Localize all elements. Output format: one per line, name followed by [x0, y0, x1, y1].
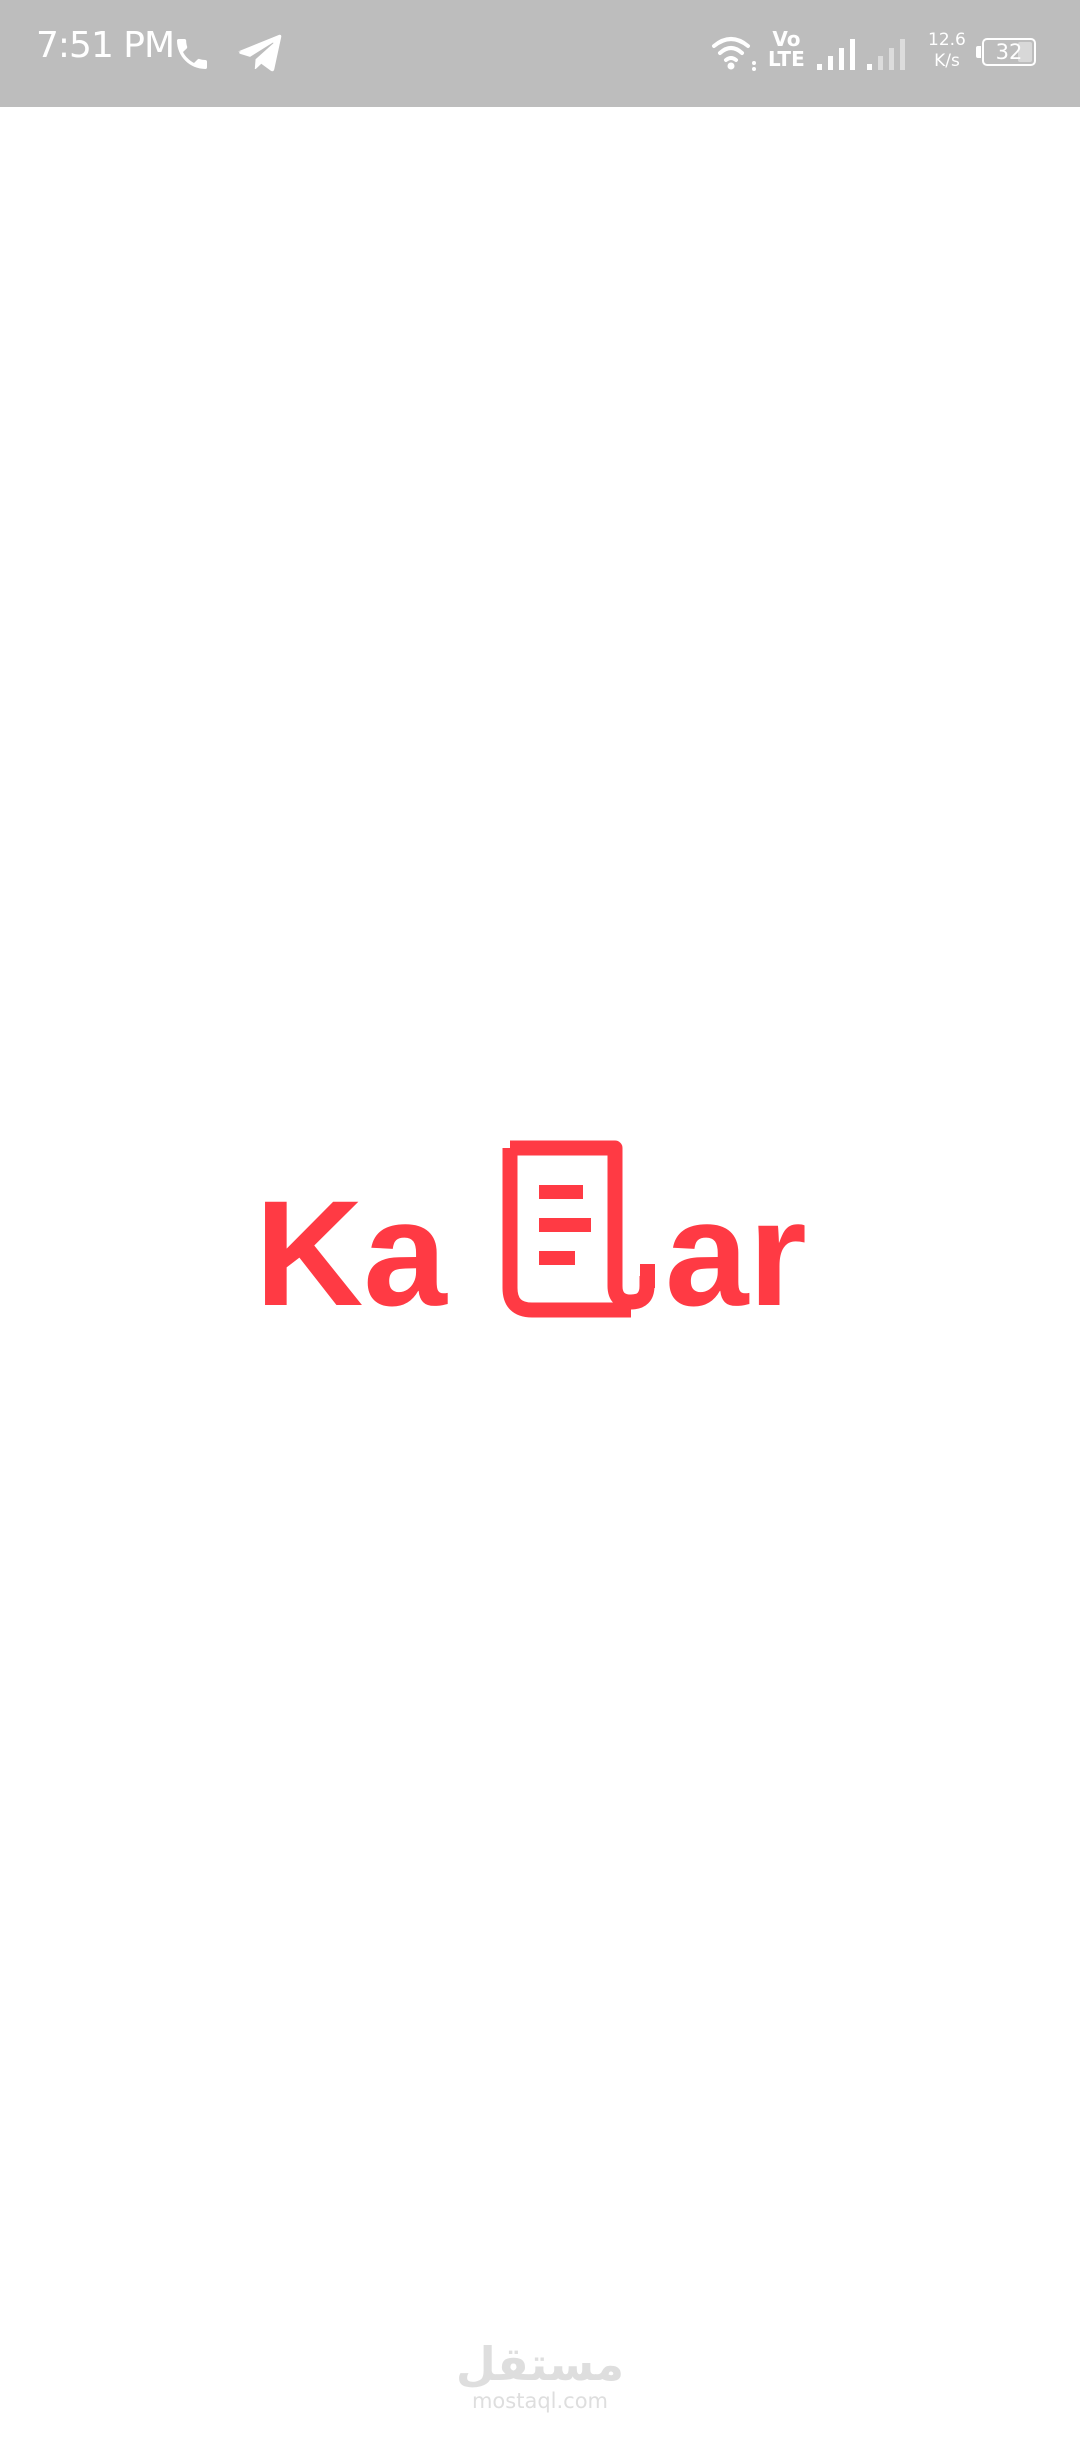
watermark-arabic-text: مستقل: [455, 2337, 625, 2391]
status-bar: 7:51 PM Vo LTE 12.6 K/s 32: [0, 0, 1080, 107]
battery-icon: 32: [976, 38, 1038, 68]
signal-icon-secondary: [867, 39, 905, 70]
watermark: مستقل mostaql.com: [440, 2340, 640, 2414]
phone-icon: [177, 39, 207, 69]
volte-bottom-label: LTE: [768, 47, 805, 71]
logo-text-right: ar: [665, 1169, 807, 1337]
network-speed-unit: K/s: [934, 51, 960, 71]
volte-top-label: Vo: [772, 27, 801, 51]
telegram-icon: [238, 34, 282, 72]
document-icon: [502, 1140, 655, 1318]
volte-indicator: Vo LTE: [768, 29, 805, 69]
status-time: 7:51 PM: [36, 25, 175, 66]
battery-level: 32: [995, 40, 1023, 64]
wifi-icon: [712, 37, 756, 71]
app-logo: Ka ar: [255, 1140, 825, 1328]
watermark-latin-text: mostaql.com: [471, 2389, 609, 2413]
network-speed: 12.6 K/s: [928, 30, 966, 72]
logo-text-left: Ka: [255, 1169, 447, 1337]
network-speed-value: 12.6: [928, 30, 966, 50]
signal-icon: [817, 39, 855, 70]
